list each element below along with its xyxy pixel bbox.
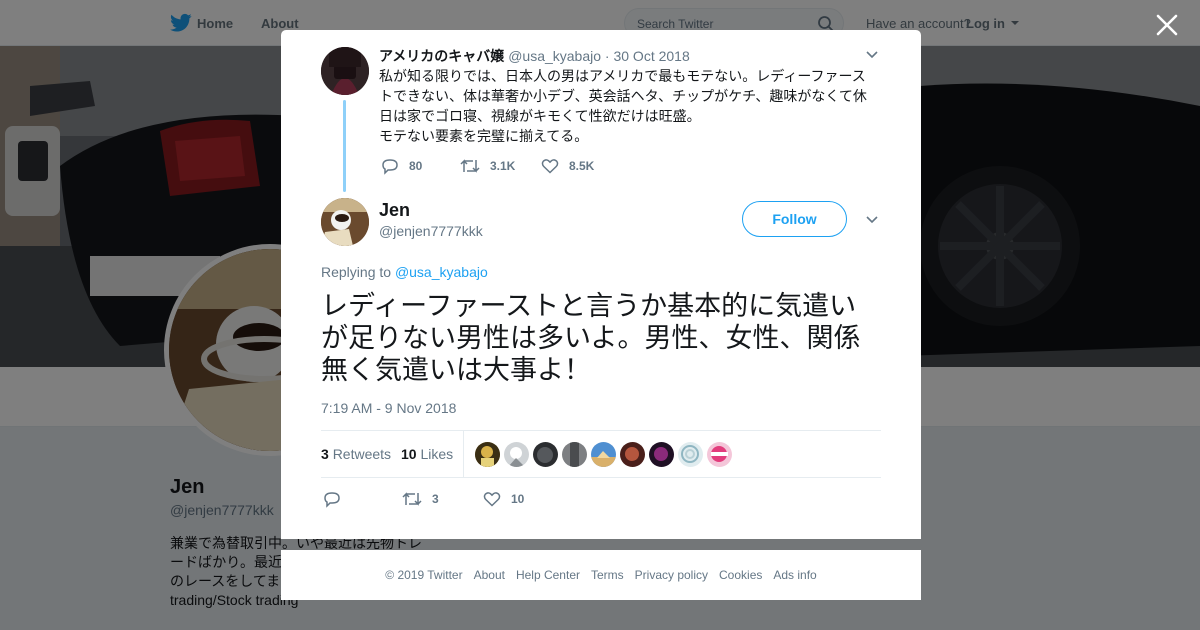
tweet-timestamp[interactable]: 7:19 AM - 9 Nov 2018 bbox=[321, 400, 456, 416]
chevron-down-icon[interactable] bbox=[865, 48, 879, 62]
heart-icon bbox=[541, 159, 559, 174]
reply-icon bbox=[382, 159, 398, 175]
chevron-down-icon[interactable] bbox=[865, 213, 879, 227]
parent-tweet-avatar[interactable] bbox=[321, 47, 369, 95]
liker-avatar[interactable] bbox=[591, 442, 616, 467]
liker-avatar[interactable] bbox=[707, 442, 732, 467]
parent-tweet-header: アメリカのキャバ嬢 @usa_kyabajo · 30 Oct 2018 bbox=[379, 46, 690, 66]
tweet-text-line: トできない、体は華奢か小デブ、英会話ヘタ、チップがケチ、趣味がなくて休 bbox=[379, 88, 867, 104]
parent-tweet-date[interactable]: · 30 Oct 2018 bbox=[605, 48, 690, 64]
main-tweet-handle[interactable]: @jenjen7777kkk bbox=[379, 223, 483, 239]
replying-to-line: Replying to @usa_kyabajo bbox=[321, 264, 488, 280]
heart-icon bbox=[483, 492, 501, 507]
liker-avatar[interactable] bbox=[504, 442, 529, 467]
retweet-action[interactable]: 3.1K bbox=[460, 156, 515, 176]
tweet-text-line: 日は家でゴロ寝、視線がキモくて性欲だけは旺盛。 bbox=[379, 108, 701, 124]
liker-avatar[interactable] bbox=[678, 442, 703, 467]
tweet-stats-row: 3 Retweets 10 Likes bbox=[321, 430, 881, 478]
tweet-text-line: 無く気遣いは大事よ！ bbox=[321, 355, 591, 385]
retweet-count: 3 bbox=[432, 492, 439, 506]
liker-avatar[interactable] bbox=[533, 442, 558, 467]
follow-button[interactable]: Follow bbox=[742, 201, 847, 237]
reply-count: 80 bbox=[409, 159, 423, 173]
retweet-action[interactable]: 3 bbox=[402, 489, 439, 509]
parent-tweet-actions: 80 3.1K 8.5K bbox=[379, 156, 679, 176]
replying-to-mention-link[interactable]: @usa_kyabajo bbox=[395, 264, 488, 280]
footer-copyright: © 2019 Twitter bbox=[385, 568, 463, 582]
parent-tweet-handle[interactable]: @usa_kyabajo bbox=[508, 48, 601, 64]
modal-footer: © 2019 Twitter About Help Center Terms P… bbox=[281, 550, 921, 600]
footer-help-center-link[interactable]: Help Center bbox=[516, 568, 580, 582]
footer-about-link[interactable]: About bbox=[474, 568, 505, 582]
footer-terms-link[interactable]: Terms bbox=[591, 568, 624, 582]
replying-to-label: Replying to bbox=[321, 264, 392, 280]
tweet-text-line: が足りない男性は多いよ。男性、女性、関係 bbox=[321, 323, 861, 353]
liker-avatar[interactable] bbox=[620, 442, 645, 467]
liker-avatar[interactable] bbox=[562, 442, 587, 467]
like-count: 10 bbox=[511, 492, 525, 506]
retweets-stat-label: Retweets bbox=[332, 446, 392, 462]
thread-connector-line bbox=[343, 100, 346, 192]
main-tweet-author-name[interactable]: Jen bbox=[379, 200, 410, 221]
retweet-icon bbox=[460, 159, 480, 173]
retweet-icon bbox=[402, 492, 422, 506]
footer-ads-info-link[interactable]: Ads info bbox=[773, 568, 816, 582]
tweet-text-line: レディーファーストと言うか基本的に気遣い bbox=[321, 291, 857, 321]
like-action[interactable]: 10 bbox=[483, 489, 524, 509]
tweet-text-line: 私が知る限りでは、日本人の男はアメリカで最もモテない。レディーファース bbox=[379, 68, 866, 84]
tweet-text-line: モテない要素を完璧に揃えてる。 bbox=[379, 128, 589, 144]
liker-avatar[interactable] bbox=[475, 442, 500, 467]
like-count: 8.5K bbox=[569, 159, 595, 173]
reply-action[interactable] bbox=[323, 489, 351, 509]
retweets-stat-link[interactable]: 3 Retweets bbox=[321, 446, 391, 462]
main-tweet-actions: 3 10 bbox=[321, 489, 621, 509]
close-icon[interactable] bbox=[1154, 12, 1180, 38]
reply-icon bbox=[324, 492, 340, 508]
tweet-permalink-modal: アメリカのキャバ嬢 @usa_kyabajo · 30 Oct 2018 私が知… bbox=[281, 30, 921, 539]
likes-stat-count: 10 bbox=[401, 446, 417, 462]
footer-cookies-link[interactable]: Cookies bbox=[719, 568, 762, 582]
parent-tweet-text: 私が知る限りでは、日本人の男はアメリカで最もモテない。レディーファース トできな… bbox=[379, 66, 879, 146]
stats-divider bbox=[463, 431, 464, 478]
main-tweet-text: レディーファーストと言うか基本的に気遣い が足りない男性は多いよ。男性、女性、関… bbox=[321, 290, 881, 386]
like-action[interactable]: 8.5K bbox=[541, 156, 594, 176]
reply-action[interactable]: 80 bbox=[381, 156, 422, 176]
avatar-image bbox=[321, 47, 369, 95]
likes-stat-label: Likes bbox=[420, 446, 454, 462]
parent-tweet-author-name[interactable]: アメリカのキャバ嬢 bbox=[379, 48, 504, 64]
liker-avatar[interactable] bbox=[649, 442, 674, 467]
retweet-count: 3.1K bbox=[490, 159, 516, 173]
retweets-stat-count: 3 bbox=[321, 446, 329, 462]
likes-stat-link[interactable]: 10 Likes bbox=[401, 446, 453, 462]
avatar-image bbox=[321, 198, 369, 246]
main-tweet-avatar[interactable] bbox=[321, 198, 369, 246]
footer-privacy-link[interactable]: Privacy policy bbox=[635, 568, 708, 582]
